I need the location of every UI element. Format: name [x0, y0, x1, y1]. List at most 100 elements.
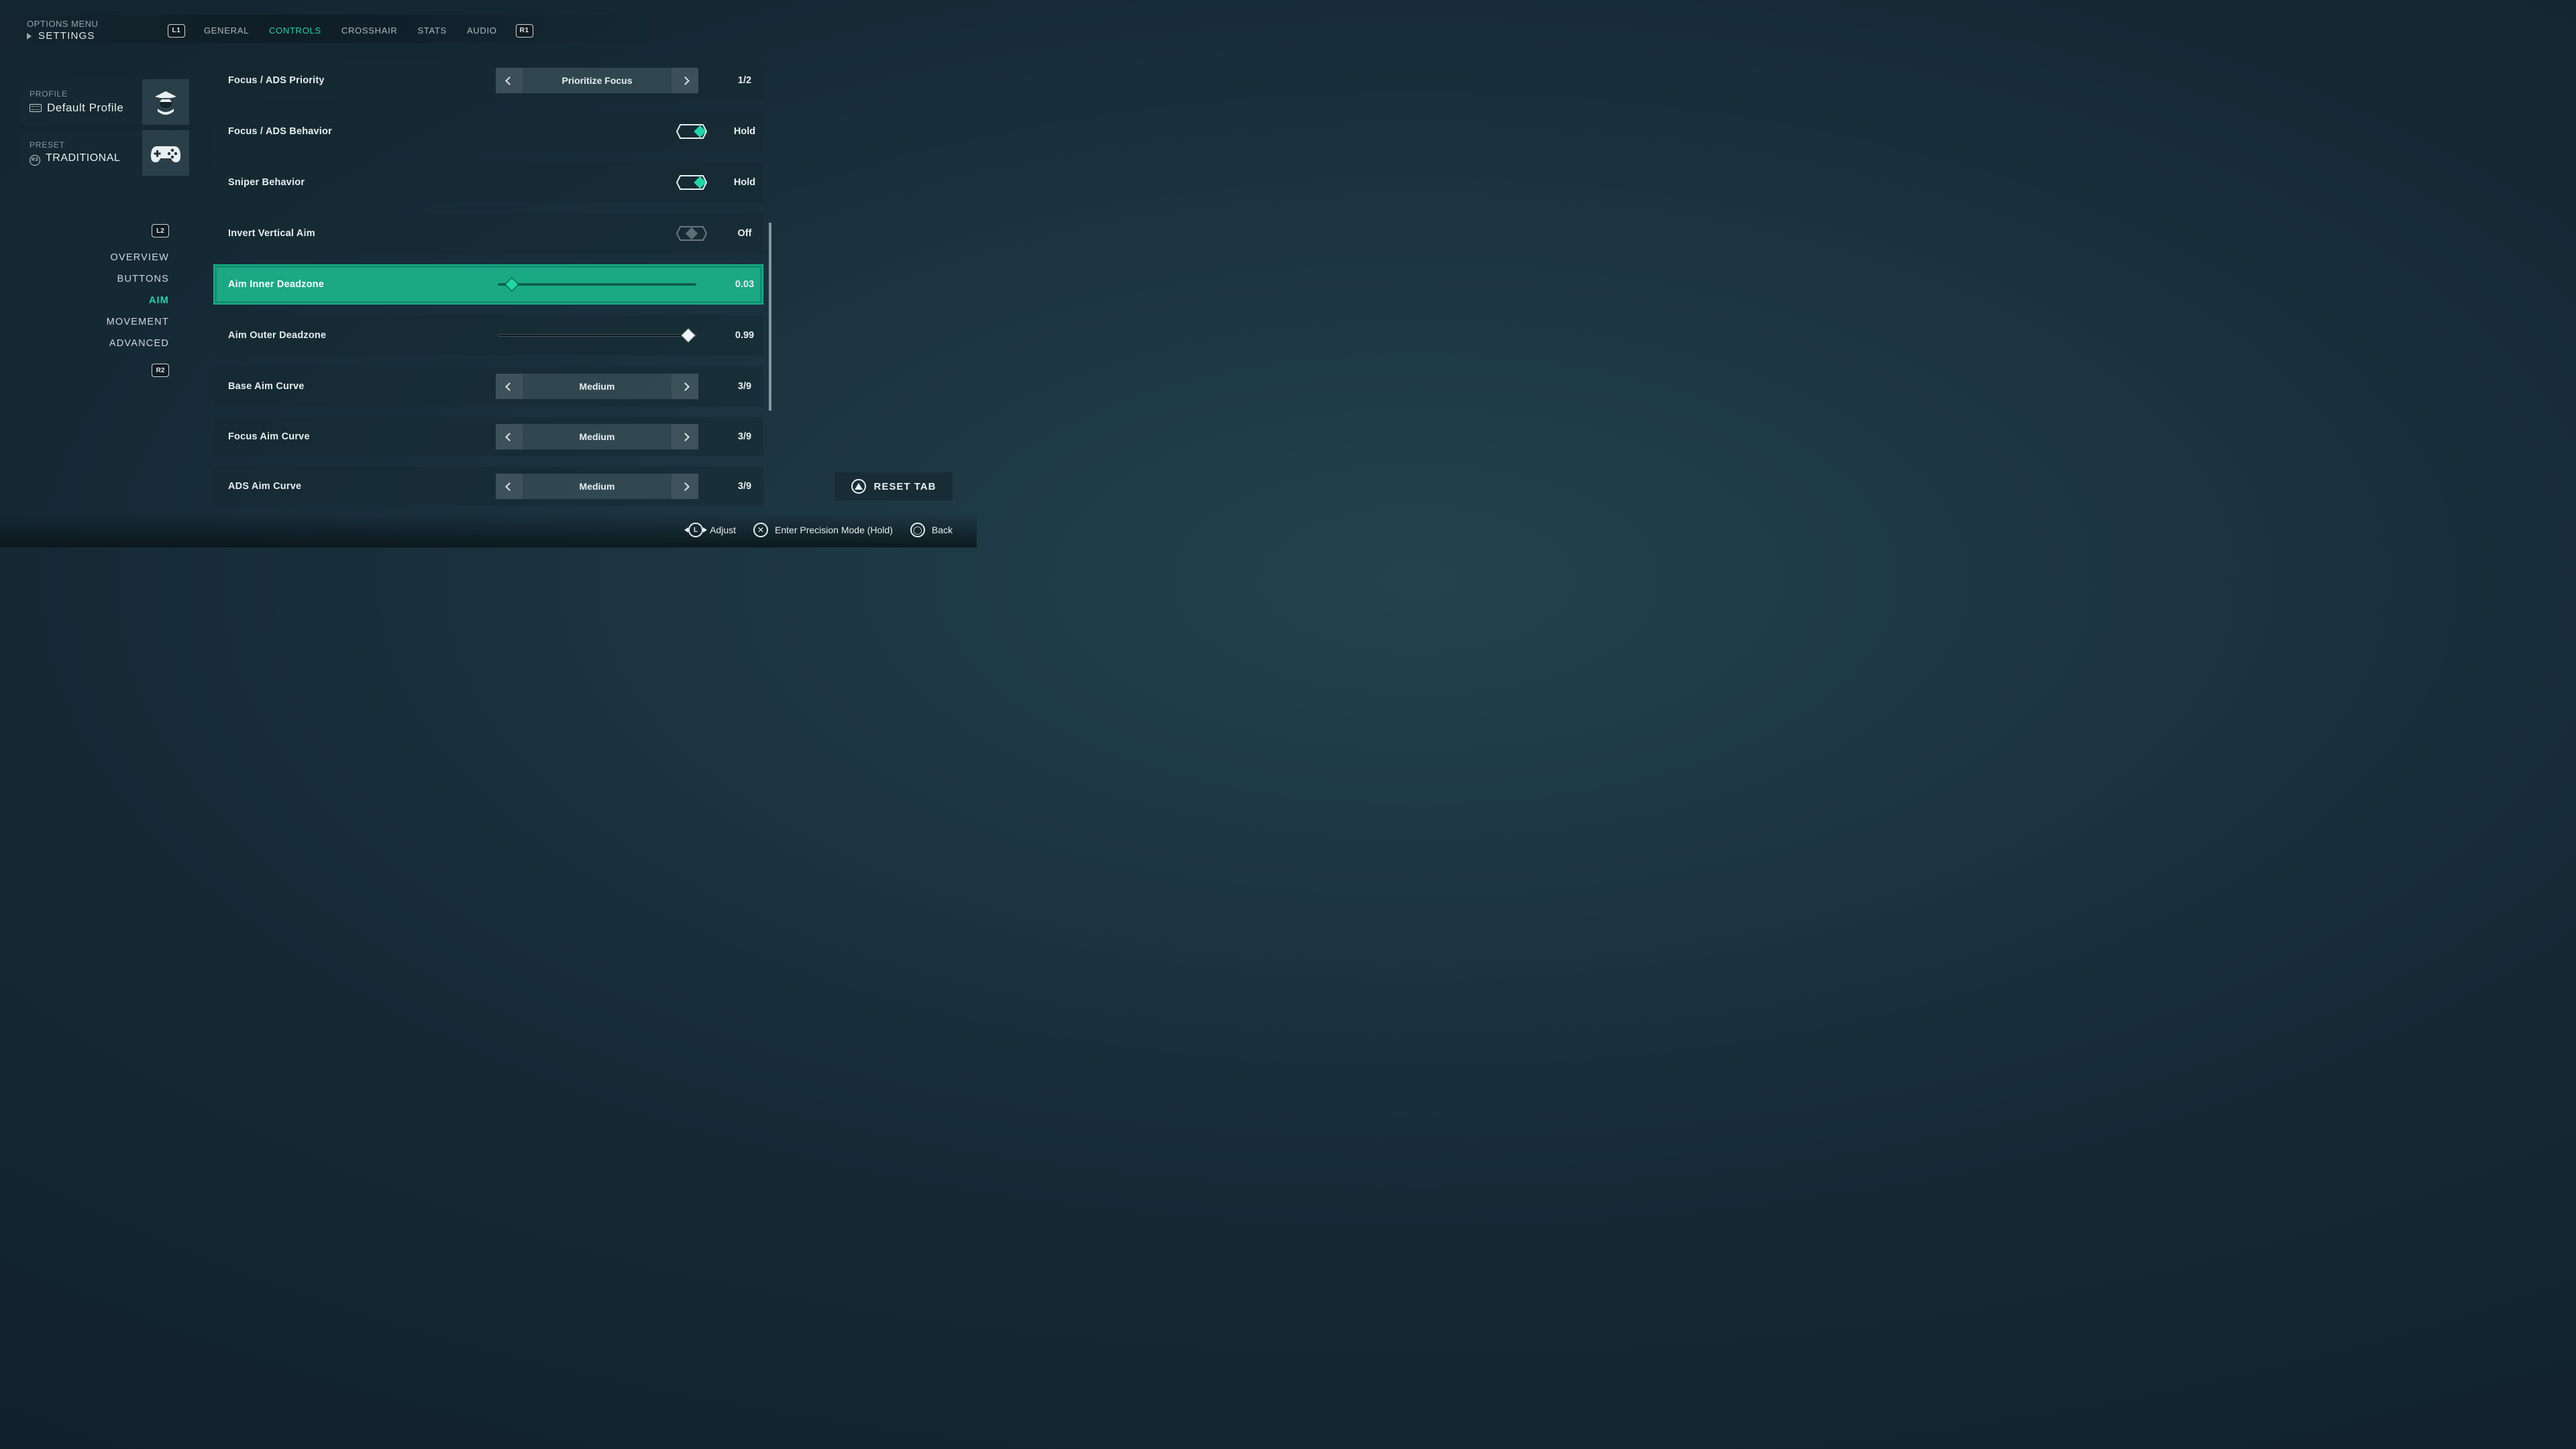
- triangle-button-icon: [851, 479, 866, 494]
- leftnav-buttons[interactable]: BUTTONS: [0, 268, 169, 290]
- slider-track: [498, 283, 696, 286]
- profile-value: Default Profile: [47, 101, 123, 114]
- preset-label: PRESET: [30, 140, 120, 150]
- footer-bar: L Adjust ✕ Enter Precision Mode (Hold) ◯…: [0, 513, 977, 547]
- row-focus-ads-priority[interactable]: Focus / ADS Priority Prioritize Focus 1/…: [213, 60, 763, 101]
- left-nav: L2 OVERVIEW BUTTONS AIM MOVEMENT ADVANCE…: [0, 224, 169, 377]
- cycler-value: Prioritize Focus: [523, 75, 672, 86]
- breadcrumb-marker-icon: [27, 33, 32, 40]
- row-counter: 3/9: [711, 481, 778, 492]
- cycle-left-icon[interactable]: [496, 424, 523, 449]
- toggle-sniper-behavior[interactable]: [676, 175, 707, 190]
- row-value: 0.03: [711, 279, 778, 290]
- row-value: Off: [711, 228, 778, 239]
- cycler-base-aim-curve[interactable]: Medium: [496, 374, 698, 399]
- row-counter: 3/9: [711, 431, 778, 442]
- cycle-left-icon[interactable]: [496, 474, 523, 499]
- row-label: ADS Aim Curve: [228, 481, 483, 492]
- left-stick-lr-icon: L: [688, 523, 703, 537]
- cycle-left-icon[interactable]: [496, 68, 523, 93]
- cycler-ads-aim-curve[interactable]: Medium: [496, 474, 698, 499]
- cycler-value: Medium: [523, 481, 672, 492]
- row-label: Aim Outer Deadzone: [228, 330, 483, 341]
- cross-button-icon: ✕: [753, 523, 768, 537]
- tab-stats[interactable]: STATS: [416, 20, 447, 41]
- r3-icon: R3: [30, 155, 40, 166]
- row-counter: 3/9: [711, 381, 778, 392]
- toggle-focus-ads-behavior[interactable]: [676, 124, 707, 139]
- row-aim-inner-deadzone[interactable]: Aim Inner Deadzone 0.03: [213, 264, 763, 305]
- cycle-left-icon[interactable]: [496, 374, 523, 399]
- hint-back: ◯ Back: [910, 523, 953, 537]
- l2-key[interactable]: L2: [152, 224, 169, 237]
- settings-list: Focus / ADS Priority Prioritize Focus 1/…: [213, 60, 763, 498]
- row-sniper-behavior[interactable]: Sniper Behavior Hold: [213, 162, 763, 203]
- row-label: Invert Vertical Aim: [228, 228, 483, 239]
- sidebar: PROFILE Default Profile PRESET R3 TRADITI…: [20, 79, 189, 181]
- preset-value: TRADITIONAL: [46, 152, 120, 164]
- slider-track: [498, 334, 696, 337]
- gamepad-icon: [150, 142, 181, 164]
- slider-aim-inner-deadzone[interactable]: [498, 278, 696, 290]
- scroll-indicator[interactable]: [769, 223, 771, 411]
- leftnav-movement[interactable]: MOVEMENT: [0, 311, 169, 333]
- operator-icon: [151, 89, 180, 115]
- cycler-focus-aim-curve[interactable]: Medium: [496, 424, 698, 449]
- profile-card[interactable]: PROFILE Default Profile: [20, 79, 189, 125]
- row-focus-ads-behavior[interactable]: Focus / ADS Behavior Hold: [213, 111, 763, 152]
- cycle-right-icon[interactable]: [672, 474, 698, 499]
- row-label: Base Aim Curve: [228, 381, 483, 392]
- row-counter: 1/2: [711, 75, 778, 86]
- profile-icon-box: [142, 79, 189, 125]
- bumper-right-key[interactable]: R1: [516, 24, 533, 38]
- breadcrumb-line1: OPTIONS MENU: [27, 19, 98, 29]
- row-ads-aim-curve[interactable]: ADS Aim Curve Medium 3/9: [213, 467, 763, 506]
- row-label: Aim Inner Deadzone: [228, 279, 483, 290]
- hint-precision: ✕ Enter Precision Mode (Hold): [753, 523, 893, 537]
- cycler-value: Medium: [523, 381, 672, 392]
- tab-controls[interactable]: CONTROLS: [268, 20, 323, 41]
- hint-back-label: Back: [932, 525, 953, 535]
- slider-aim-outer-deadzone[interactable]: [498, 329, 696, 341]
- row-label: Focus / ADS Priority: [228, 75, 483, 86]
- reset-tab-button[interactable]: RESET TAB: [835, 472, 953, 500]
- r2-key[interactable]: R2: [152, 364, 169, 377]
- row-value: Hold: [711, 177, 778, 188]
- cycle-right-icon[interactable]: [672, 374, 698, 399]
- tab-general[interactable]: GENERAL: [203, 20, 250, 41]
- leftnav-overview[interactable]: OVERVIEW: [0, 247, 169, 268]
- tab-audio[interactable]: AUDIO: [466, 20, 498, 41]
- keyboard-icon: [30, 104, 42, 112]
- cycle-right-icon[interactable]: [672, 424, 698, 449]
- row-value: 0.99: [711, 330, 778, 341]
- cycler-value: Medium: [523, 431, 672, 442]
- preset-card[interactable]: PRESET R3 TRADITIONAL: [20, 130, 189, 176]
- tab-crosshair[interactable]: CROSSHAIR: [340, 20, 399, 41]
- preset-icon-box: [142, 130, 189, 176]
- profile-label: PROFILE: [30, 89, 123, 99]
- row-value: Hold: [711, 126, 778, 137]
- bumper-left-key[interactable]: L1: [168, 24, 185, 38]
- reset-tab-label: RESET TAB: [874, 481, 936, 492]
- leftnav-advanced[interactable]: ADVANCED: [0, 333, 169, 354]
- row-label: Focus Aim Curve: [228, 431, 483, 442]
- cycle-right-icon[interactable]: [672, 68, 698, 93]
- hint-adjust-label: Adjust: [710, 525, 736, 535]
- hint-precision-label: Enter Precision Mode (Hold): [775, 525, 893, 535]
- slider-thumb-icon[interactable]: [682, 328, 696, 342]
- row-aim-outer-deadzone[interactable]: Aim Outer Deadzone 0.99: [213, 315, 763, 356]
- toggle-invert-vertical-aim[interactable]: [676, 226, 707, 241]
- row-invert-vertical-aim[interactable]: Invert Vertical Aim Off: [213, 213, 763, 254]
- leftnav-aim[interactable]: AIM: [0, 290, 169, 311]
- row-base-aim-curve[interactable]: Base Aim Curve Medium 3/9: [213, 366, 763, 407]
- breadcrumb-line2: SETTINGS: [38, 30, 95, 42]
- hint-adjust: L Adjust: [688, 523, 736, 537]
- row-label: Focus / ADS Behavior: [228, 126, 483, 137]
- slider-thumb-icon[interactable]: [504, 277, 519, 291]
- breadcrumb: OPTIONS MENU SETTINGS: [27, 19, 98, 42]
- cycler-focus-ads-priority[interactable]: Prioritize Focus: [496, 68, 698, 93]
- circle-button-icon: ◯: [910, 523, 925, 537]
- row-focus-aim-curve[interactable]: Focus Aim Curve Medium 3/9: [213, 417, 763, 456]
- top-nav: L1 GENERAL CONTROLS CROSSHAIR STATS AUDI…: [168, 20, 533, 41]
- row-label: Sniper Behavior: [228, 177, 483, 188]
